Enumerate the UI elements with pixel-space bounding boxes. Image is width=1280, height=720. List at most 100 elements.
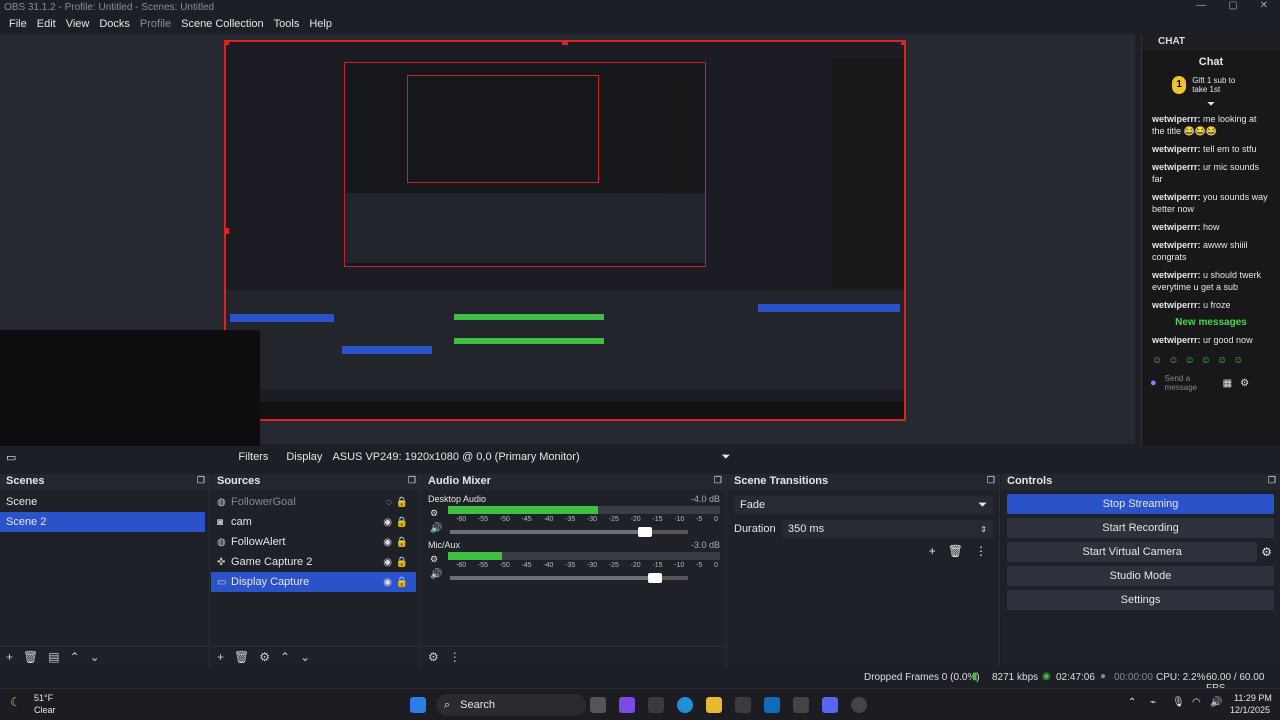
move-up-icon[interactable]: ⌃ bbox=[280, 650, 290, 664]
discord-icon[interactable] bbox=[822, 697, 838, 713]
obs-icon[interactable] bbox=[851, 697, 867, 713]
transition-select[interactable]: Fade ⏷ bbox=[734, 496, 993, 514]
eye-icon[interactable]: ◉ bbox=[383, 557, 392, 568]
settings-button[interactable]: Settings bbox=[1007, 590, 1274, 610]
display-select[interactable]: ASUS VP249: 1920x1080 @ 0,0 (Primary Mon… bbox=[332, 451, 730, 464]
edge-icon[interactable] bbox=[677, 697, 693, 713]
scene-filters-icon[interactable]: ▤ bbox=[48, 650, 59, 664]
start-recording-button[interactable]: Start Recording bbox=[1007, 518, 1274, 538]
chat-username[interactable]: wetwiperrr: bbox=[1152, 192, 1201, 202]
source-item[interactable]: ▭ Display Capture ◉ 🔒 bbox=[211, 572, 416, 592]
app-icon[interactable] bbox=[648, 697, 664, 713]
chat-username[interactable]: wetwiperrr: bbox=[1152, 144, 1201, 154]
preview-canvas-display-capture[interactable] bbox=[224, 40, 906, 421]
volume-slider[interactable] bbox=[450, 572, 688, 583]
weather-icon[interactable]: ☾ bbox=[10, 695, 21, 709]
add-source-icon[interactable]: + bbox=[217, 650, 224, 664]
scene-item-selected[interactable]: Scene 2 bbox=[0, 512, 205, 532]
clock-date[interactable]: 12/1/2025 bbox=[1230, 705, 1270, 715]
menu-profile[interactable]: Profile bbox=[135, 16, 176, 34]
float-dock-icon[interactable]: ❐ bbox=[987, 475, 995, 486]
close-button[interactable]: ✕ bbox=[1260, 0, 1268, 16]
float-dock-icon[interactable]: ❐ bbox=[408, 475, 416, 486]
menu-scene-collection[interactable]: Scene Collection bbox=[176, 16, 269, 34]
chat-settings-icon[interactable]: ⚙ bbox=[1240, 378, 1249, 389]
source-properties-icon[interactable]: ⚙ bbox=[259, 650, 270, 664]
spinner-icon[interactable]: ⇕ bbox=[980, 525, 987, 534]
gift-sub-banner[interactable]: 1 Gift 1 sub to take 1st bbox=[1142, 74, 1280, 100]
speaker-icon[interactable]: 🔊 bbox=[430, 569, 442, 580]
filters-button[interactable]: Filters bbox=[238, 451, 268, 463]
lock-icon[interactable]: 🔒 bbox=[396, 537, 408, 548]
duration-input[interactable]: 350 ms ⇕ bbox=[782, 520, 993, 538]
eye-icon[interactable]: ◉ bbox=[383, 577, 392, 588]
tray-wifi-icon[interactable]: ◠ bbox=[1192, 697, 1201, 708]
chat-username[interactable]: wetwiperrr: bbox=[1152, 300, 1201, 310]
menu-view[interactable]: View bbox=[61, 16, 95, 34]
add-transition-icon[interactable]: + bbox=[929, 544, 936, 558]
resize-handle[interactable] bbox=[562, 42, 568, 45]
float-dock-icon[interactable]: ❐ bbox=[197, 475, 205, 486]
chat-username[interactable]: wetwiperrr: bbox=[1152, 162, 1201, 172]
remove-transition-icon[interactable]: 🗑 bbox=[948, 544, 963, 558]
chat-username[interactable]: wetwiperrr: bbox=[1152, 114, 1201, 124]
lock-icon[interactable]: 🔒 bbox=[396, 577, 408, 588]
tray-volume-icon[interactable]: 🔊 bbox=[1210, 697, 1222, 708]
eye-icon[interactable]: ◉ bbox=[383, 537, 392, 548]
stop-streaming-button[interactable]: Stop Streaming bbox=[1007, 494, 1274, 514]
studio-mode-button[interactable]: Studio Mode bbox=[1007, 566, 1274, 586]
menu-file[interactable]: File bbox=[4, 16, 32, 34]
settings-app-icon[interactable] bbox=[793, 697, 809, 713]
lock-icon[interactable]: 🔒 bbox=[396, 497, 408, 508]
start-virtual-camera-button[interactable]: Start Virtual Camera bbox=[1007, 542, 1258, 562]
task-view-icon[interactable] bbox=[590, 697, 606, 713]
float-dock-icon[interactable]: ❐ bbox=[1268, 475, 1276, 486]
virtual-camera-settings-icon[interactable]: ⚙ bbox=[1261, 545, 1272, 559]
emote-icon[interactable]: ☺ bbox=[1168, 355, 1178, 366]
minimize-button[interactable]: — bbox=[1196, 0, 1206, 16]
mixer-menu-icon[interactable]: ⋮ bbox=[449, 650, 461, 664]
volume-slider-knob[interactable] bbox=[647, 572, 662, 583]
remove-scene-icon[interactable]: 🗑 bbox=[23, 650, 38, 664]
advanced-audio-icon[interactable]: ⚙ bbox=[428, 650, 439, 664]
chat-username[interactable]: wetwiperrr: bbox=[1152, 222, 1201, 232]
float-dock-icon[interactable]: ❐ bbox=[714, 475, 722, 486]
lock-icon[interactable]: 🔒 bbox=[396, 517, 408, 528]
clock-time[interactable]: 11:29 PM bbox=[1234, 693, 1272, 703]
channel-settings-icon[interactable]: ⚙ bbox=[430, 508, 438, 519]
copilot-icon[interactable] bbox=[619, 697, 635, 713]
tray-mic-icon[interactable]: 🎙 bbox=[1172, 697, 1185, 708]
eye-icon[interactable]: ◉ bbox=[383, 517, 392, 528]
chat-username[interactable]: wetwiperrr: bbox=[1152, 270, 1201, 280]
channel-settings-icon[interactable]: ⚙ bbox=[430, 554, 438, 565]
menu-docks[interactable]: Docks bbox=[94, 16, 135, 34]
start-icon[interactable] bbox=[410, 697, 426, 713]
resize-handle[interactable] bbox=[901, 42, 904, 45]
calendar-icon[interactable]: ▦ bbox=[1223, 378, 1232, 389]
file-explorer-icon[interactable] bbox=[706, 697, 722, 713]
mic-icon[interactable]: ● bbox=[1150, 377, 1157, 389]
tray-chevron-icon[interactable]: ⌃ bbox=[1128, 697, 1136, 708]
scroll-down-icon[interactable]: ⏷ bbox=[1142, 100, 1280, 110]
transition-menu-icon[interactable]: ⋮ bbox=[975, 544, 987, 558]
emote-icon[interactable]: ☺ bbox=[1201, 355, 1211, 366]
add-scene-icon[interactable]: + bbox=[6, 650, 13, 664]
scene-item[interactable]: Scene bbox=[0, 492, 209, 512]
move-down-icon[interactable]: ⌄ bbox=[300, 650, 310, 664]
move-down-icon[interactable]: ⌄ bbox=[90, 650, 100, 664]
emote-icon[interactable]: ☺ bbox=[1217, 355, 1227, 366]
emote-icon[interactable]: ☺ bbox=[1152, 355, 1162, 366]
store-icon[interactable] bbox=[735, 697, 751, 713]
menu-tools[interactable]: Tools bbox=[269, 16, 305, 34]
eye-hidden-icon[interactable]: ◌ bbox=[386, 497, 392, 508]
chat-username[interactable]: wetwiperrr: bbox=[1152, 335, 1201, 345]
resize-handle[interactable] bbox=[226, 42, 229, 45]
tray-network-icon[interactable]: ⌁ bbox=[1150, 697, 1156, 708]
move-up-icon[interactable]: ⌃ bbox=[70, 650, 80, 664]
source-item[interactable]: ◙ cam ◉ 🔒 bbox=[211, 512, 416, 532]
volume-slider[interactable] bbox=[450, 526, 688, 537]
source-item[interactable]: ✜ Game Capture 2 ◉ 🔒 bbox=[211, 552, 416, 572]
menu-edit[interactable]: Edit bbox=[32, 16, 61, 34]
maximize-button[interactable]: ▢ bbox=[1228, 0, 1237, 16]
emote-icon[interactable]: ☺ bbox=[1184, 355, 1194, 366]
